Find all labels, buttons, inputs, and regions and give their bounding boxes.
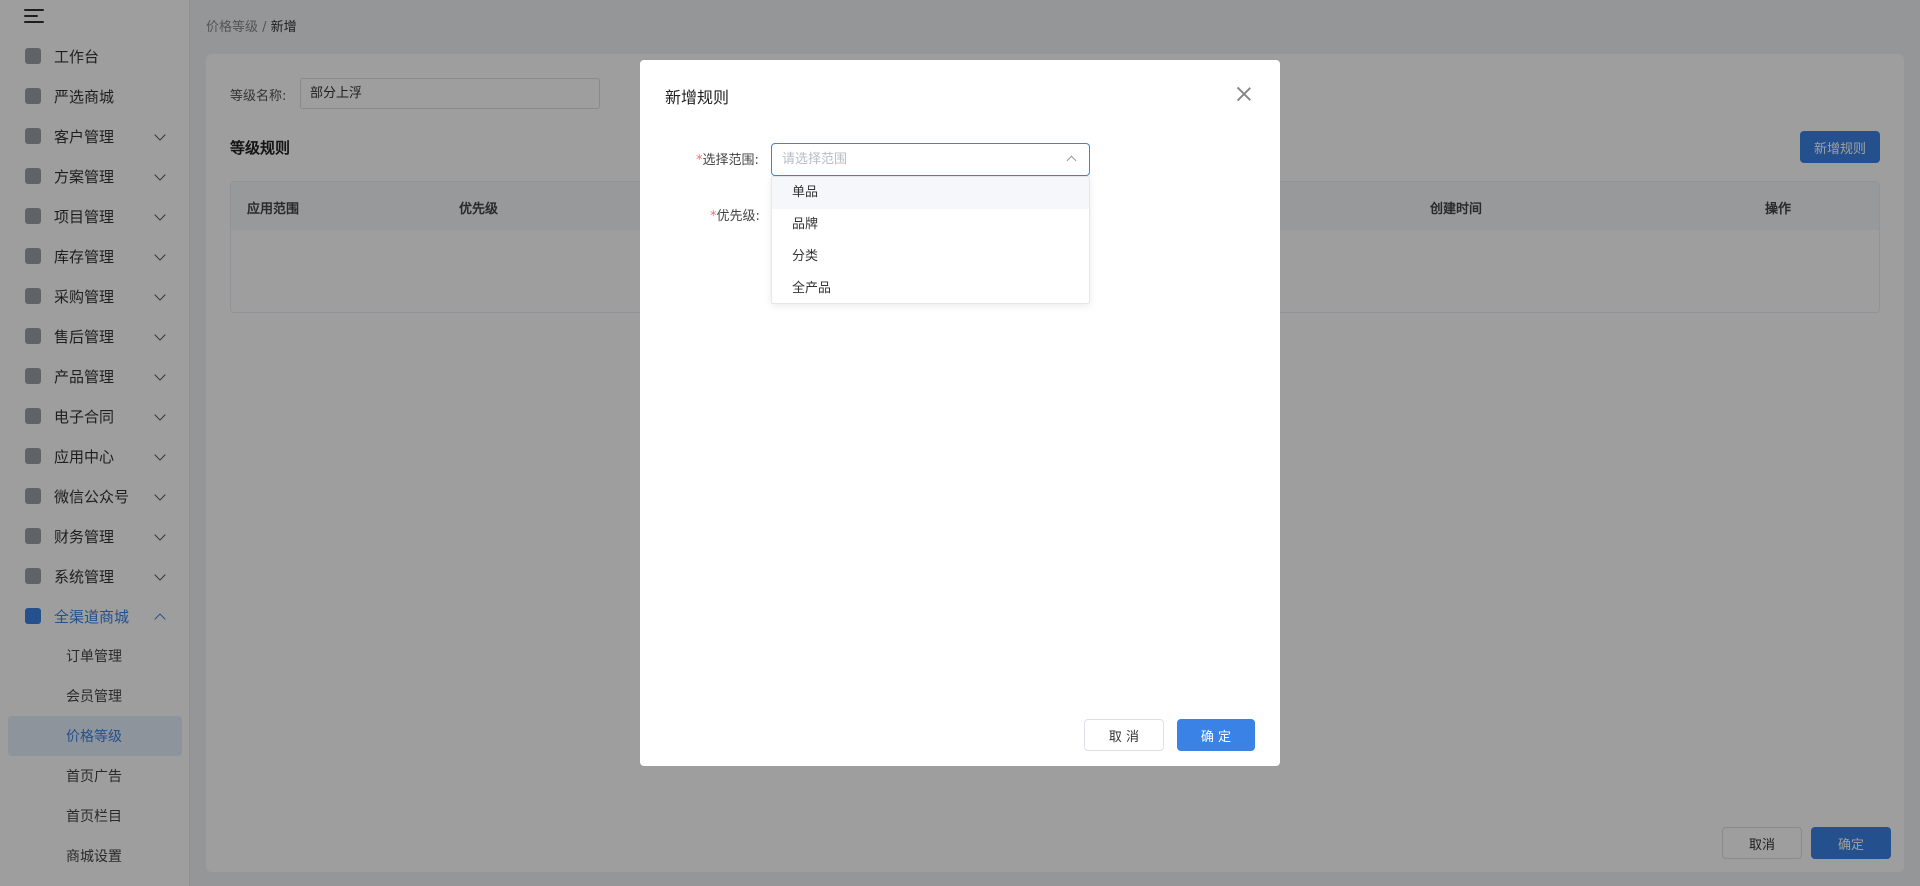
dialog-title: 新增规则 [665,88,730,107]
scope-label: *选择范围: [696,149,759,168]
add-rule-dialog: 新增规则 *选择范围: 请选择范围 *优先级: 单品 品牌 分类 全产品 取 消… [640,60,1280,766]
chevron-up-icon [1066,155,1077,166]
scope-option-single-product[interactable]: 单品 [772,177,1089,209]
scope-option-category[interactable]: 分类 [772,241,1089,273]
scope-label-text: 选择范围: [702,153,759,168]
scope-select[interactable]: 请选择范围 [771,143,1090,176]
dialog-cancel-button[interactable]: 取 消 [1084,719,1164,751]
scope-placeholder: 请选择范围 [782,152,848,167]
priority-label-text: 优先级: [716,209,760,224]
scope-dropdown: 单品 品牌 分类 全产品 [771,176,1090,304]
priority-label: *优先级: [710,205,760,224]
scope-option-all-products[interactable]: 全产品 [772,273,1089,305]
scope-option-brand[interactable]: 品牌 [772,209,1089,241]
dialog-confirm-button[interactable]: 确 定 [1177,719,1255,751]
close-icon[interactable] [1236,86,1252,102]
